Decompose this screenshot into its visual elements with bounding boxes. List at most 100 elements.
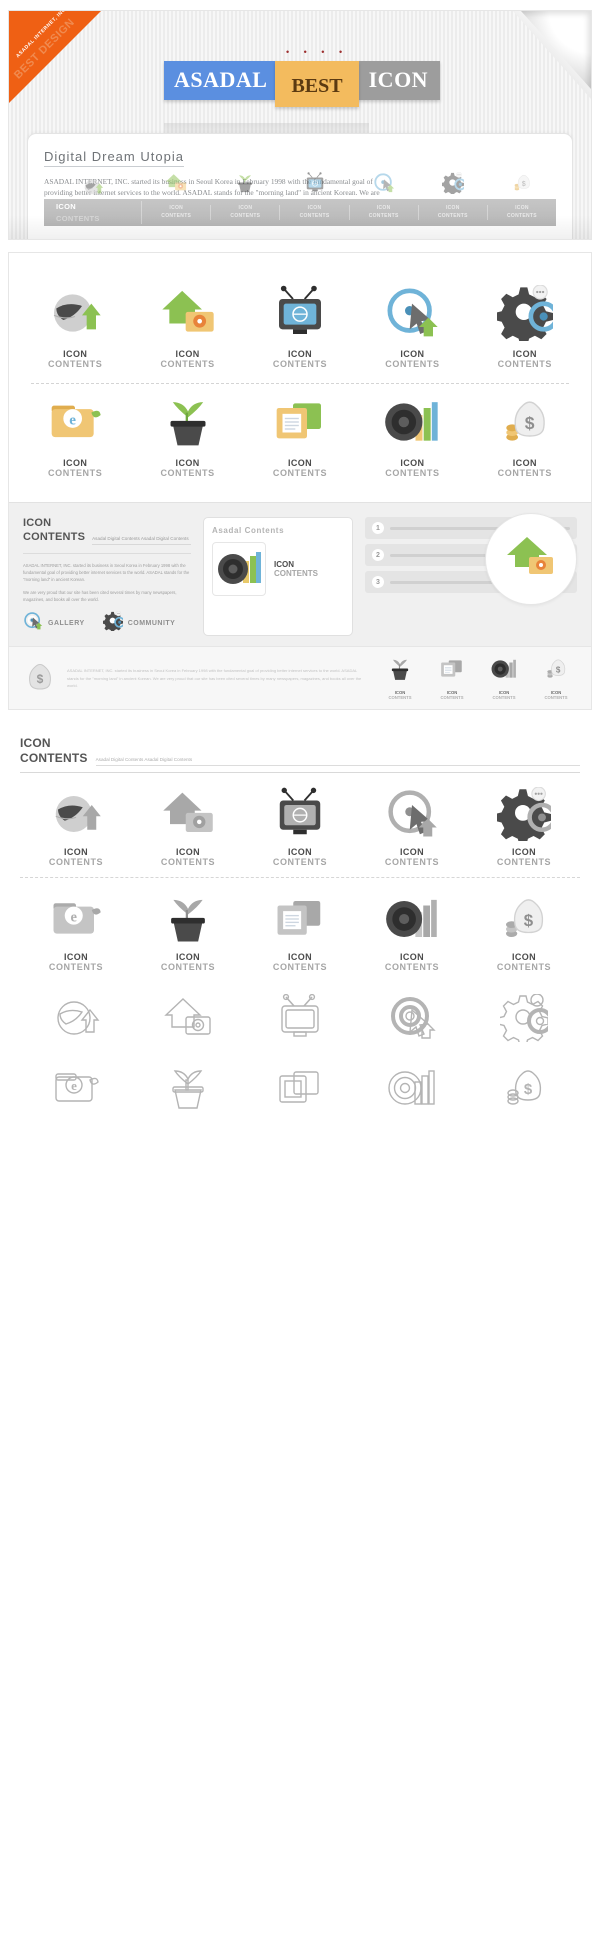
icon-label-line1: ICON	[512, 458, 537, 468]
icon-cell-folder-internet-icon[interactable]: e	[20, 1060, 132, 1112]
footer-icon-cell[interactable]: ICON CONTENTS	[483, 656, 525, 700]
panel-thumbnail	[212, 542, 266, 596]
icon-cell-home-mail-icon[interactable]: ICON CONTENTS	[132, 783, 244, 867]
icon-cell-plant-pot-icon[interactable]: ICON CONTENTS	[131, 384, 243, 492]
icon-cell-documents-icon[interactable]	[244, 1060, 356, 1112]
feature-circle[interactable]	[485, 513, 577, 605]
icon-cell-gear-chat-icon[interactable]: ICON CONTENTS	[469, 275, 581, 383]
svg-text:$: $	[524, 1081, 533, 1098]
info-divider	[23, 552, 191, 554]
asadal-contents-panel[interactable]: Asadal Contents ICON CONTENTS	[203, 517, 353, 637]
info-link-gallery[interactable]: GALLERY	[23, 611, 85, 636]
icon-cell-target-cursor-icon[interactable]: ICON CONTENTS	[356, 783, 468, 867]
icon-cell-plant-pot-icon[interactable]: ICON CONTENTS	[132, 888, 244, 972]
icon-cell-folder-internet-icon[interactable]: e ICON CONTENTS	[20, 888, 132, 972]
icon-label-line1: ICON	[400, 349, 425, 359]
folder-internet-icon: e	[51, 405, 101, 438]
icon-label-line1: ICON	[287, 847, 313, 858]
icon-art	[131, 279, 243, 341]
globe-arrow-icon	[55, 796, 101, 833]
info-link-community[interactable]: COMMUNITY	[101, 610, 176, 636]
icon-grid: ICON CONTENTS ICON CONTENTS ICON CONTENTS ICON…	[9, 253, 591, 502]
home-mail-icon	[166, 174, 187, 191]
icon-cell-documents-icon[interactable]: ICON CONTENTS	[244, 384, 356, 492]
list-number: 1	[372, 522, 384, 534]
icon-label-line2: CONTENTS	[48, 359, 103, 369]
icon-cell-folder-internet-icon[interactable]: e ICON CONTENTS	[19, 384, 131, 492]
target-cursor-icon	[387, 288, 439, 337]
icon-cell-home-mail-icon[interactable]	[132, 990, 244, 1042]
icon-cell-globe-arrow-icon[interactable]	[20, 990, 132, 1042]
footer-icon-cell[interactable]: $ ICON CONTENTS	[535, 656, 577, 700]
info-heading-line1: ICON	[23, 517, 52, 529]
icon-art	[469, 279, 581, 341]
icon-art	[356, 990, 468, 1042]
svg-text:$: $	[556, 665, 561, 674]
icon-label-line1: ICON	[399, 952, 425, 963]
icon-label-line2: CONTENTS	[48, 468, 103, 478]
icon-label-line2: CONTENTS	[384, 962, 440, 973]
icon-cell-plant-pot-icon[interactable]	[132, 1060, 244, 1112]
nav-label-line1: ICON	[445, 205, 460, 211]
icon-art	[132, 1060, 244, 1112]
icon-cell-money-bag-coins-icon[interactable]: $	[468, 1060, 580, 1112]
icon-art: $	[468, 888, 580, 946]
globe-arrow-icon	[53, 294, 101, 332]
tv-globe-icon	[279, 285, 322, 334]
home-mail-icon	[161, 290, 214, 332]
icon-art	[19, 279, 131, 341]
documents-icon	[277, 901, 321, 935]
icon-cell-home-mail-icon[interactable]: ICON CONTENTS	[131, 275, 243, 383]
icon-label-line2: CONTENTS	[496, 962, 552, 973]
nav-label-line1: ICON	[307, 205, 322, 211]
icon-art	[244, 783, 356, 841]
corner-ribbon: ASADAL INTERNET, INC. BEST DESIGN	[9, 11, 101, 103]
footer-icon-cell[interactable]: ICON CONTENTS	[379, 656, 421, 700]
footer-paragraph: ASADAL INTERNET, INC. started its busine…	[67, 668, 362, 688]
icon-label-line1: ICON	[175, 952, 201, 963]
gear-chat-icon	[101, 610, 125, 633]
icon-label-line1: ICON	[287, 458, 313, 468]
icon-cell-globe-arrow-icon[interactable]: ICON CONTENTS	[19, 275, 131, 383]
icon-cell-gear-chat-icon[interactable]	[468, 990, 580, 1043]
icon-cell-tv-globe-icon[interactable]: ICON CONTENTS	[244, 275, 356, 383]
icon-cell-gear-chat-icon[interactable]: ICON CONTENTS	[468, 783, 580, 867]
icon-label-line1: ICON	[512, 349, 537, 359]
footer-strip: $ ASADAL INTERNET, INC. started its busi…	[9, 646, 591, 710]
footer-icons: ICON CONTENTS ICON CONTENTS ICON CONTENTS $ ICO…	[379, 656, 577, 700]
icon-art: e	[19, 388, 131, 450]
icon-art	[356, 888, 468, 946]
icon-cell-tv-globe-icon[interactable]: ICON CONTENTS	[244, 783, 356, 867]
speaker-chart-icon	[385, 402, 439, 441]
icon-label-line1: ICON	[400, 458, 425, 468]
icon-cell-speaker-chart-icon[interactable]: ICON CONTENTS	[356, 384, 468, 492]
info-subtitle: Asadal Digital Contents Asadal Digital C…	[92, 536, 191, 545]
panel-label-line2: CONTENTS	[274, 569, 318, 578]
footer-icon-cell[interactable]: ICON CONTENTS	[431, 656, 473, 700]
sheet-subtitle: Asadal Digital Contents Asadal Digital C…	[95, 757, 580, 767]
icon-cell-target-cursor-icon[interactable]	[356, 990, 468, 1042]
icon-cell-money-bag-coins-icon[interactable]: $ ICON CONTENTS	[468, 888, 580, 972]
icon-cell-speaker-chart-icon[interactable]: ICON CONTENTS	[356, 888, 468, 972]
icon-cell-target-cursor-icon[interactable]: ICON CONTENTS	[356, 275, 468, 383]
icon-cell-speaker-chart-icon[interactable]	[356, 1060, 468, 1112]
folder-internet-icon: e	[53, 903, 101, 934]
logo-word-asadal: ASADAL	[164, 61, 278, 100]
globe-icon	[82, 176, 104, 198]
money-bag-coins-icon: $	[506, 401, 545, 441]
hero-shadow	[9, 215, 591, 239]
icon-art	[356, 783, 468, 841]
icon-cell-tv-globe-icon[interactable]	[244, 990, 356, 1042]
icon-cell-globe-arrow-icon[interactable]: ICON CONTENTS	[20, 783, 132, 867]
icon-cell-money-bag-coins-icon[interactable]: $ ICON CONTENTS	[469, 384, 581, 492]
money-bag-coins-icon: $	[547, 659, 566, 678]
home-mail-icon	[503, 533, 559, 586]
nav-label-line1: ICON	[376, 205, 391, 211]
icon-cell-documents-icon[interactable]: ICON CONTENTS	[244, 888, 356, 972]
icon-label-line2: CONTENTS	[160, 962, 216, 973]
target-cursor-icon	[391, 997, 436, 1039]
icon-art	[356, 279, 468, 341]
site-logo[interactable]: ASADAL • • • • BEST ICON	[164, 47, 441, 107]
icon-label-line2: CONTENTS	[497, 359, 552, 369]
icon-label-line2: CONTENTS	[160, 857, 216, 868]
